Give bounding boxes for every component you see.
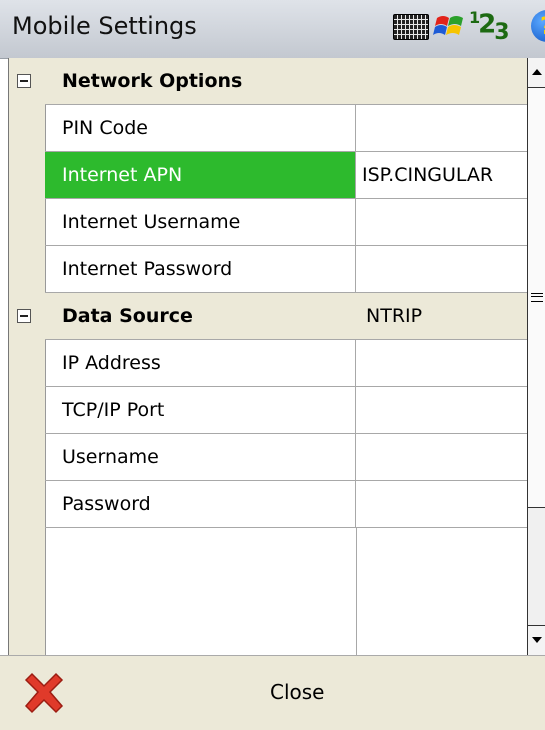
input-mode-123-icon[interactable]: 123	[469, 8, 510, 45]
close-button[interactable]: Close	[270, 680, 324, 704]
scroll-up-button[interactable]	[528, 58, 545, 88]
property-value[interactable]	[356, 387, 528, 433]
grip-icon	[531, 293, 543, 302]
property-value[interactable]	[356, 340, 528, 386]
property-row-internet-password[interactable]: Internet Password	[45, 246, 528, 293]
close-x-icon[interactable]	[20, 670, 68, 718]
scroll-down-button[interactable]	[528, 625, 545, 655]
property-row-username[interactable]: Username	[45, 434, 528, 481]
scroll-thumb[interactable]	[528, 88, 545, 508]
property-value[interactable]	[356, 434, 528, 480]
window-title: Mobile Settings	[12, 12, 197, 40]
property-value[interactable]: ISP.CINGULAR	[356, 152, 528, 198]
vertical-scrollbar[interactable]	[527, 58, 545, 655]
property-name: IP Address	[45, 340, 356, 386]
property-row-password[interactable]: Password	[45, 481, 528, 528]
windows-flag-icon[interactable]	[433, 10, 467, 44]
property-row-pin-code[interactable]: PIN Code	[45, 105, 528, 152]
property-name: PIN Code	[45, 105, 356, 151]
category-row-network-options[interactable]: Network Options	[45, 58, 528, 105]
empty-value-column-divider	[356, 528, 357, 655]
property-value[interactable]	[356, 481, 528, 527]
arrow-up-icon	[532, 69, 542, 75]
collapse-data-source-icon[interactable]	[17, 309, 31, 323]
property-row-internet-username[interactable]: Internet Username	[45, 199, 528, 246]
property-value[interactable]	[356, 199, 528, 245]
property-value[interactable]	[356, 246, 528, 292]
property-row-internet-apn[interactable]: Internet APN ISP.CINGULAR	[45, 152, 528, 199]
property-row-tcp-ip-port[interactable]: TCP/IP Port	[45, 387, 528, 434]
keyboard-icon[interactable]	[393, 14, 429, 40]
category-row-data-source[interactable]: Data Source NTRIP	[45, 293, 528, 340]
property-name: Internet APN	[45, 152, 356, 198]
property-value[interactable]	[356, 105, 528, 151]
title-bar: Mobile Settings 123 ?	[0, 0, 545, 59]
help-icon[interactable]: ?	[531, 10, 545, 42]
grid-gutter	[9, 58, 46, 655]
category-label: Data Source	[62, 305, 193, 327]
property-name: Internet Username	[45, 199, 356, 245]
property-name: Username	[45, 434, 356, 480]
category-label: Network Options	[62, 70, 243, 92]
category-value	[356, 58, 528, 104]
collapse-network-options-icon[interactable]	[17, 74, 31, 88]
arrow-down-icon	[532, 637, 542, 643]
property-name: Internet Password	[45, 246, 356, 292]
bottom-command-bar: Close	[0, 655, 545, 730]
property-name: TCP/IP Port	[45, 387, 356, 433]
property-name: Password	[45, 481, 356, 527]
property-row-ip-address[interactable]: IP Address	[45, 340, 528, 387]
property-grid: Network Options PIN Code Internet APN IS…	[8, 58, 528, 655]
category-value[interactable]: NTRIP	[356, 293, 528, 339]
